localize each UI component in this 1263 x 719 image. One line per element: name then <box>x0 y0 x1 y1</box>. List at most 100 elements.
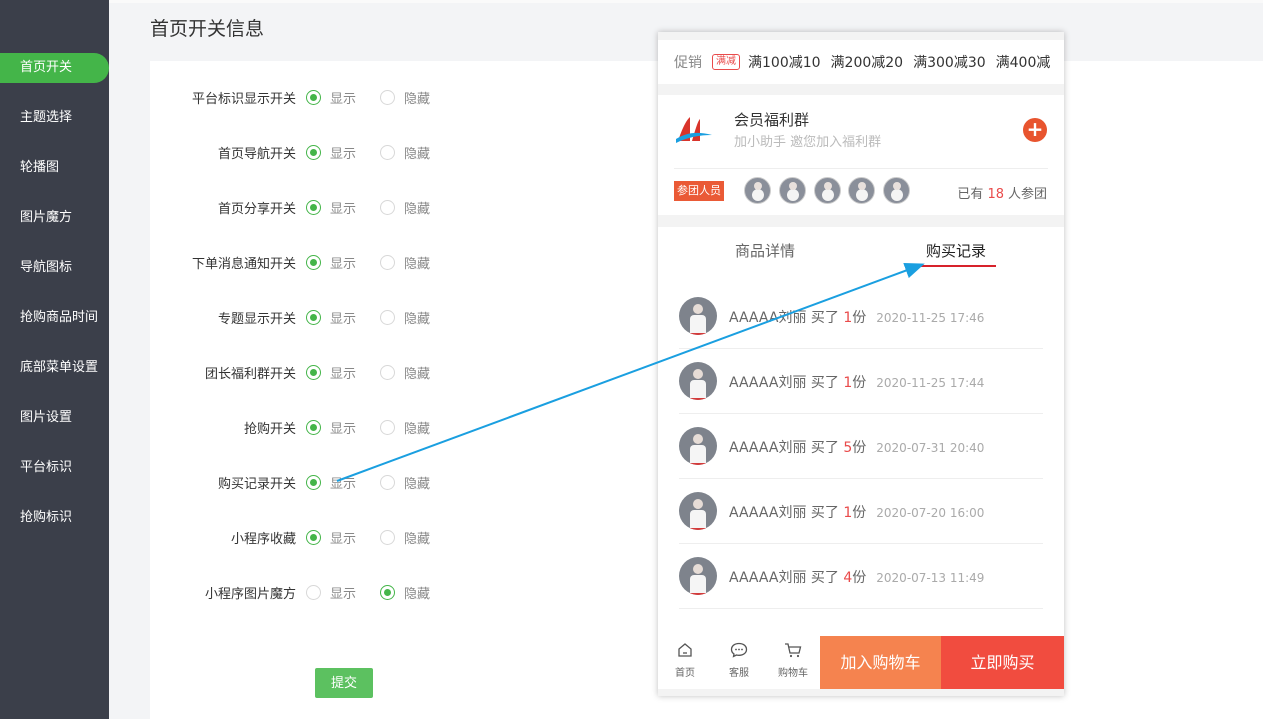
radio-dot <box>380 144 396 160</box>
record-text: AAAAA刘丽 买了 1份 2020-11-25 17:44 <box>729 372 984 392</box>
home-nav[interactable]: 首页 <box>658 636 712 689</box>
sidebar-item-nav-icons[interactable]: 导航图标 <box>0 253 109 283</box>
tab-purchase-records[interactable]: 购买记录 <box>926 240 986 261</box>
switch-row: 下单消息通知开关 显示 隐藏 <box>150 251 454 273</box>
member-avatar <box>814 177 841 204</box>
show-radio[interactable]: 显示 <box>306 418 356 437</box>
purchase-time: 2020-11-25 17:46 <box>876 311 985 325</box>
unit: 份 <box>852 570 867 586</box>
sidebar-item-home-switch[interactable]: 首页开关 <box>0 53 109 83</box>
radio-dot <box>306 474 321 490</box>
switch-label: 下单消息通知开关 <box>191 256 296 272</box>
sidebar-item-platform-mark[interactable]: 平台标识 <box>0 453 109 483</box>
show-radio-label: 显示 <box>330 146 357 162</box>
sidebar-item-theme[interactable]: 主题选择 <box>0 103 109 133</box>
switch-label: 专题显示开关 <box>217 311 296 327</box>
record-text: AAAAA刘丽 买了 1份 2020-07-20 16:00 <box>729 502 984 522</box>
show-radio[interactable]: 显示 <box>306 363 356 382</box>
show-radio[interactable]: 显示 <box>306 473 356 492</box>
sidebar-item-flash-mark[interactable]: 抢购标识 <box>0 503 109 533</box>
switch-label: 抢购开关 <box>243 421 296 437</box>
purchase-time: 2020-07-20 16:00 <box>876 506 985 520</box>
tab-product-detail[interactable]: 商品详情 <box>735 240 795 261</box>
radio-dot <box>306 419 321 435</box>
radio-dot <box>306 199 321 215</box>
submit-button[interactable]: 提交 <box>315 668 373 698</box>
switch-row: 首页导航开关 显示 隐藏 <box>150 141 454 163</box>
hide-radio[interactable]: 隐藏 <box>380 198 430 217</box>
joined-prefix: 已有 <box>957 187 984 202</box>
hide-radio-label: 隐藏 <box>404 421 431 437</box>
show-radio-label: 显示 <box>330 531 357 547</box>
hide-radio-label: 隐藏 <box>404 91 431 107</box>
hide-radio[interactable]: 隐藏 <box>380 308 430 327</box>
sidebar-item-bottom-menu[interactable]: 底部菜单设置 <box>0 353 109 383</box>
sidebar-item-flash-time[interactable]: 抢购商品时间 <box>0 303 109 333</box>
sidebar-item-image-cube[interactable]: 图片魔方 <box>0 203 109 233</box>
show-radio[interactable]: 显示 <box>306 253 356 272</box>
radio-dot <box>306 529 321 545</box>
hide-radio[interactable]: 隐藏 <box>380 418 430 437</box>
switch-label: 小程序收藏 <box>230 531 296 547</box>
hide-radio[interactable]: 隐藏 <box>380 88 430 107</box>
show-radio-label: 显示 <box>330 421 357 437</box>
member-avatar <box>779 177 806 204</box>
home-label: 首页 <box>675 668 695 679</box>
radio-dot <box>306 364 321 380</box>
radio-dot <box>306 89 321 105</box>
add-to-cart-button[interactable]: 加入购物车 <box>820 636 941 689</box>
show-radio[interactable]: 显示 <box>306 528 356 547</box>
show-radio[interactable]: 显示 <box>306 143 356 162</box>
radio-dot <box>380 254 396 270</box>
bought-label: 买了 <box>810 505 839 521</box>
joined-number: 18 <box>987 187 1004 202</box>
unit: 份 <box>852 440 867 456</box>
show-radio[interactable]: 显示 <box>306 198 356 217</box>
show-radio-label: 显示 <box>330 256 357 272</box>
switch-row: 平台标识显示开关 显示 隐藏 <box>150 86 454 108</box>
hide-radio[interactable]: 隐藏 <box>380 253 430 272</box>
tab-active-underline <box>911 265 996 267</box>
purchase-records-list: AAAAA刘丽 买了 1份 2020-11-25 17:46 AAAAA刘丽 买了 … <box>658 276 1064 636</box>
show-radio[interactable]: 显示 <box>306 308 356 327</box>
quantity: 5 <box>843 440 853 456</box>
switch-label: 首页导航开关 <box>217 146 296 162</box>
hide-radio-label: 隐藏 <box>404 476 431 492</box>
show-radio-label: 显示 <box>330 586 357 602</box>
promo-item: 满100减10 <box>748 55 821 71</box>
purchase-record: AAAAA刘丽 买了 1份 2020-07-20 16:00 <box>679 479 1043 544</box>
hide-radio[interactable]: 隐藏 <box>380 143 430 162</box>
cart-label: 购物车 <box>778 668 808 679</box>
promo-bar: 促销 满减 满100减10 满200减20 满300减30 满400减 <box>658 40 1064 84</box>
switch-label: 平台标识显示开关 <box>191 91 296 107</box>
avatar <box>679 297 717 335</box>
radio-dot <box>380 199 396 215</box>
switch-row: 小程序收藏 显示 隐藏 <box>150 526 454 548</box>
hide-radio[interactable]: 隐藏 <box>380 473 430 492</box>
show-radio[interactable]: 显示 <box>306 88 356 107</box>
promo-label: 促销 <box>674 55 702 71</box>
radio-dot <box>306 254 321 270</box>
radio-dot <box>380 309 396 325</box>
chat-icon <box>712 642 766 664</box>
purchase-time: 2020-07-31 20:40 <box>876 441 985 455</box>
purchase-record: AAAAA刘丽 买了 1份 2020-11-25 17:44 <box>679 349 1043 414</box>
phone-preview: 促销 满减 满100减10 满200减20 满300减30 满400减 会员福利… <box>658 32 1064 696</box>
radio-dot <box>380 529 396 545</box>
hide-radio-label: 隐藏 <box>404 201 431 217</box>
home-icon <box>658 642 712 664</box>
cart-nav[interactable]: 购物车 <box>766 636 820 689</box>
hide-radio[interactable]: 隐藏 <box>380 583 430 602</box>
hide-radio[interactable]: 隐藏 <box>380 528 430 547</box>
service-nav[interactable]: 客服 <box>712 636 766 689</box>
show-radio[interactable]: 显示 <box>306 583 356 602</box>
join-group-plus-button[interactable]: + <box>1023 118 1047 142</box>
hide-radio[interactable]: 隐藏 <box>380 363 430 382</box>
buy-now-button[interactable]: 立即购买 <box>941 636 1064 689</box>
sidebar-item-image-settings[interactable]: 图片设置 <box>0 403 109 433</box>
sidebar-item-carousel[interactable]: 轮播图 <box>0 153 109 183</box>
switch-row: 团长福利群开关 显示 隐藏 <box>150 361 454 383</box>
show-radio-label: 显示 <box>330 311 357 327</box>
unit: 份 <box>852 310 867 326</box>
switch-row: 专题显示开关 显示 隐藏 <box>150 306 454 328</box>
